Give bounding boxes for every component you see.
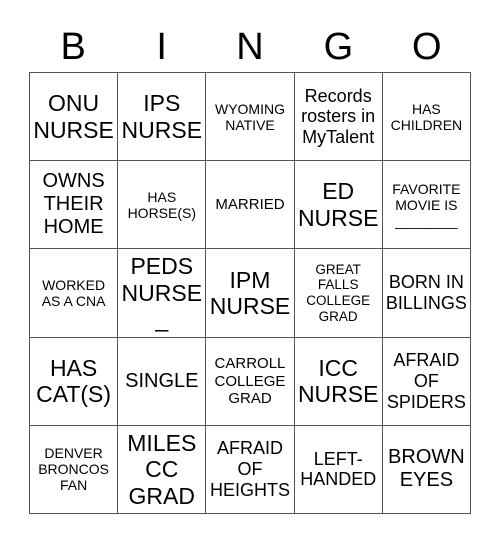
bingo-cell[interactable]: MILES CC GRAD — [118, 425, 207, 514]
cell-text: ICC NURSE — [297, 354, 379, 408]
cell-text: BROWN EYES — [388, 446, 465, 492]
bingo-cell[interactable]: PEDS NURSE _ — [118, 249, 207, 338]
cell-text: BORN IN BILLINGS — [385, 272, 467, 313]
bingo-cell[interactable]: HAS CHILDREN — [382, 73, 471, 162]
bingo-cell[interactable]: GREAT FALLS COLLEGE GRAD — [294, 249, 383, 338]
bingo-cell[interactable]: IPM NURSE — [206, 249, 295, 338]
bingo-cell[interactable]: AFRAID OF SPIDERS — [382, 337, 471, 426]
cell-text: CARROLL COLLEGE GRAD — [214, 355, 286, 407]
bingo-cell[interactable]: IPS NURSE — [118, 73, 207, 162]
header-letter-o: O — [412, 26, 442, 68]
bingo-cell[interactable]: ONU NURSE — [30, 73, 119, 162]
bingo-cell[interactable]: ED NURSE — [294, 161, 383, 250]
bingo-card: ONU NURSE IPS NURSE WYOMING NATIVE Recor… — [29, 72, 471, 514]
cell-text: DENVER BRONCOS FAN — [38, 445, 109, 494]
cell-text: HAS CAT(S) — [36, 354, 112, 408]
cell-text: LEFT- HANDED — [300, 448, 377, 490]
bingo-cell[interactable]: Records rosters in MyTalent — [294, 73, 383, 162]
bingo-cell[interactable]: BROWN EYES — [382, 425, 471, 514]
cell-text: FAVORITE MOVIE IS ________ — [392, 180, 461, 229]
bingo-cell[interactable]: SINGLE — [118, 337, 207, 426]
bingo-cell[interactable]: FAVORITE MOVIE IS ________ — [382, 161, 471, 250]
cell-text: WORKED AS A CNA — [41, 276, 106, 309]
cell-text: WYOMING NATIVE — [214, 100, 285, 133]
cell-text: Records rosters in MyTalent — [301, 85, 376, 147]
cell-text: IPM NURSE — [209, 266, 291, 319]
header-letter-i: I — [156, 26, 167, 68]
bingo-cell[interactable]: ICC NURSE — [294, 337, 383, 426]
cell-text: HAS HORSE(S) — [127, 188, 197, 221]
cell-text: MILES CC GRAD — [127, 429, 197, 509]
cell-text: HAS CHILDREN — [390, 100, 463, 133]
cell-text: GREAT FALLS COLLEGE GRAD — [306, 261, 371, 324]
bingo-header: B I N G O — [29, 22, 471, 72]
bingo-cell[interactable]: HAS HORSE(S) — [118, 161, 207, 250]
header-letter-g: G — [323, 26, 354, 68]
header-letter-n: N — [236, 26, 264, 68]
bingo-cell[interactable]: DENVER BRONCOS FAN — [30, 425, 119, 514]
bingo-cell[interactable]: OWNS THEIR HOME — [30, 161, 119, 250]
header-letter-b: B — [60, 26, 86, 68]
cell-text: PEDS NURSE _ — [121, 253, 203, 333]
bingo-cell[interactable]: MARRIED — [206, 161, 295, 250]
cell-text: ONU NURSE — [33, 90, 114, 143]
bingo-cell[interactable]: WORKED AS A CNA — [30, 249, 119, 338]
bingo-cell[interactable]: WYOMING NATIVE — [206, 73, 295, 162]
cell-text: MARRIED — [215, 196, 285, 214]
bingo-cell[interactable]: LEFT- HANDED — [294, 425, 383, 514]
bingo-cell[interactable]: BORN IN BILLINGS — [382, 249, 471, 338]
cell-text: AFRAID OF HEIGHTS — [209, 438, 290, 500]
bingo-cell[interactable]: HAS CAT(S) — [30, 337, 119, 426]
cell-text: SINGLE — [125, 369, 199, 392]
cell-text: OWNS THEIR HOME — [42, 170, 105, 239]
bingo-cell[interactable]: CARROLL COLLEGE GRAD — [206, 337, 295, 426]
cell-text: AFRAID OF SPIDERS — [386, 350, 466, 412]
cell-text: IPS NURSE — [121, 90, 203, 143]
bingo-cell[interactable]: AFRAID OF HEIGHTS — [206, 425, 295, 514]
cell-text: ED NURSE — [297, 178, 379, 231]
